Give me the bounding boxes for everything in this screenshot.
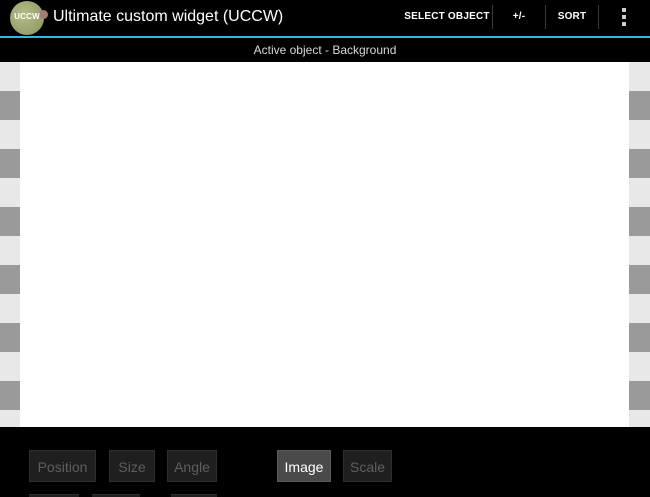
angle-button[interactable]: Angle — [167, 450, 217, 482]
size-button[interactable]: Size — [109, 450, 155, 482]
select-object-button[interactable]: SELECT OBJECT — [402, 0, 492, 34]
add-remove-button[interactable]: +/- — [493, 0, 545, 34]
active-object-label: Active object - Background — [0, 38, 650, 62]
overflow-dot — [622, 22, 626, 26]
app-icon-label: UCCW — [14, 12, 40, 21]
overflow-dot — [622, 15, 626, 19]
uccw-editor: UCCW Ultimate custom widget (UCCW) SELEC… — [0, 0, 650, 497]
overflow-dot — [622, 8, 626, 12]
widget-canvas[interactable] — [20, 62, 629, 427]
position-button[interactable]: Position — [29, 450, 96, 482]
overflow-menu-icon[interactable] — [600, 0, 650, 34]
property-controls: Position Size Angle Image Scale — [0, 427, 650, 497]
action-bar: UCCW Ultimate custom widget (UCCW) SELEC… — [0, 0, 650, 38]
action-divider — [598, 5, 599, 29]
scale-button[interactable]: Scale — [343, 450, 392, 482]
image-button[interactable]: Image — [277, 450, 331, 482]
uccw-app-icon[interactable]: UCCW — [10, 1, 48, 35]
canvas-stage — [0, 62, 650, 427]
app-title: Ultimate custom widget (UCCW) — [53, 8, 284, 25]
sort-button[interactable]: SORT — [546, 0, 598, 34]
